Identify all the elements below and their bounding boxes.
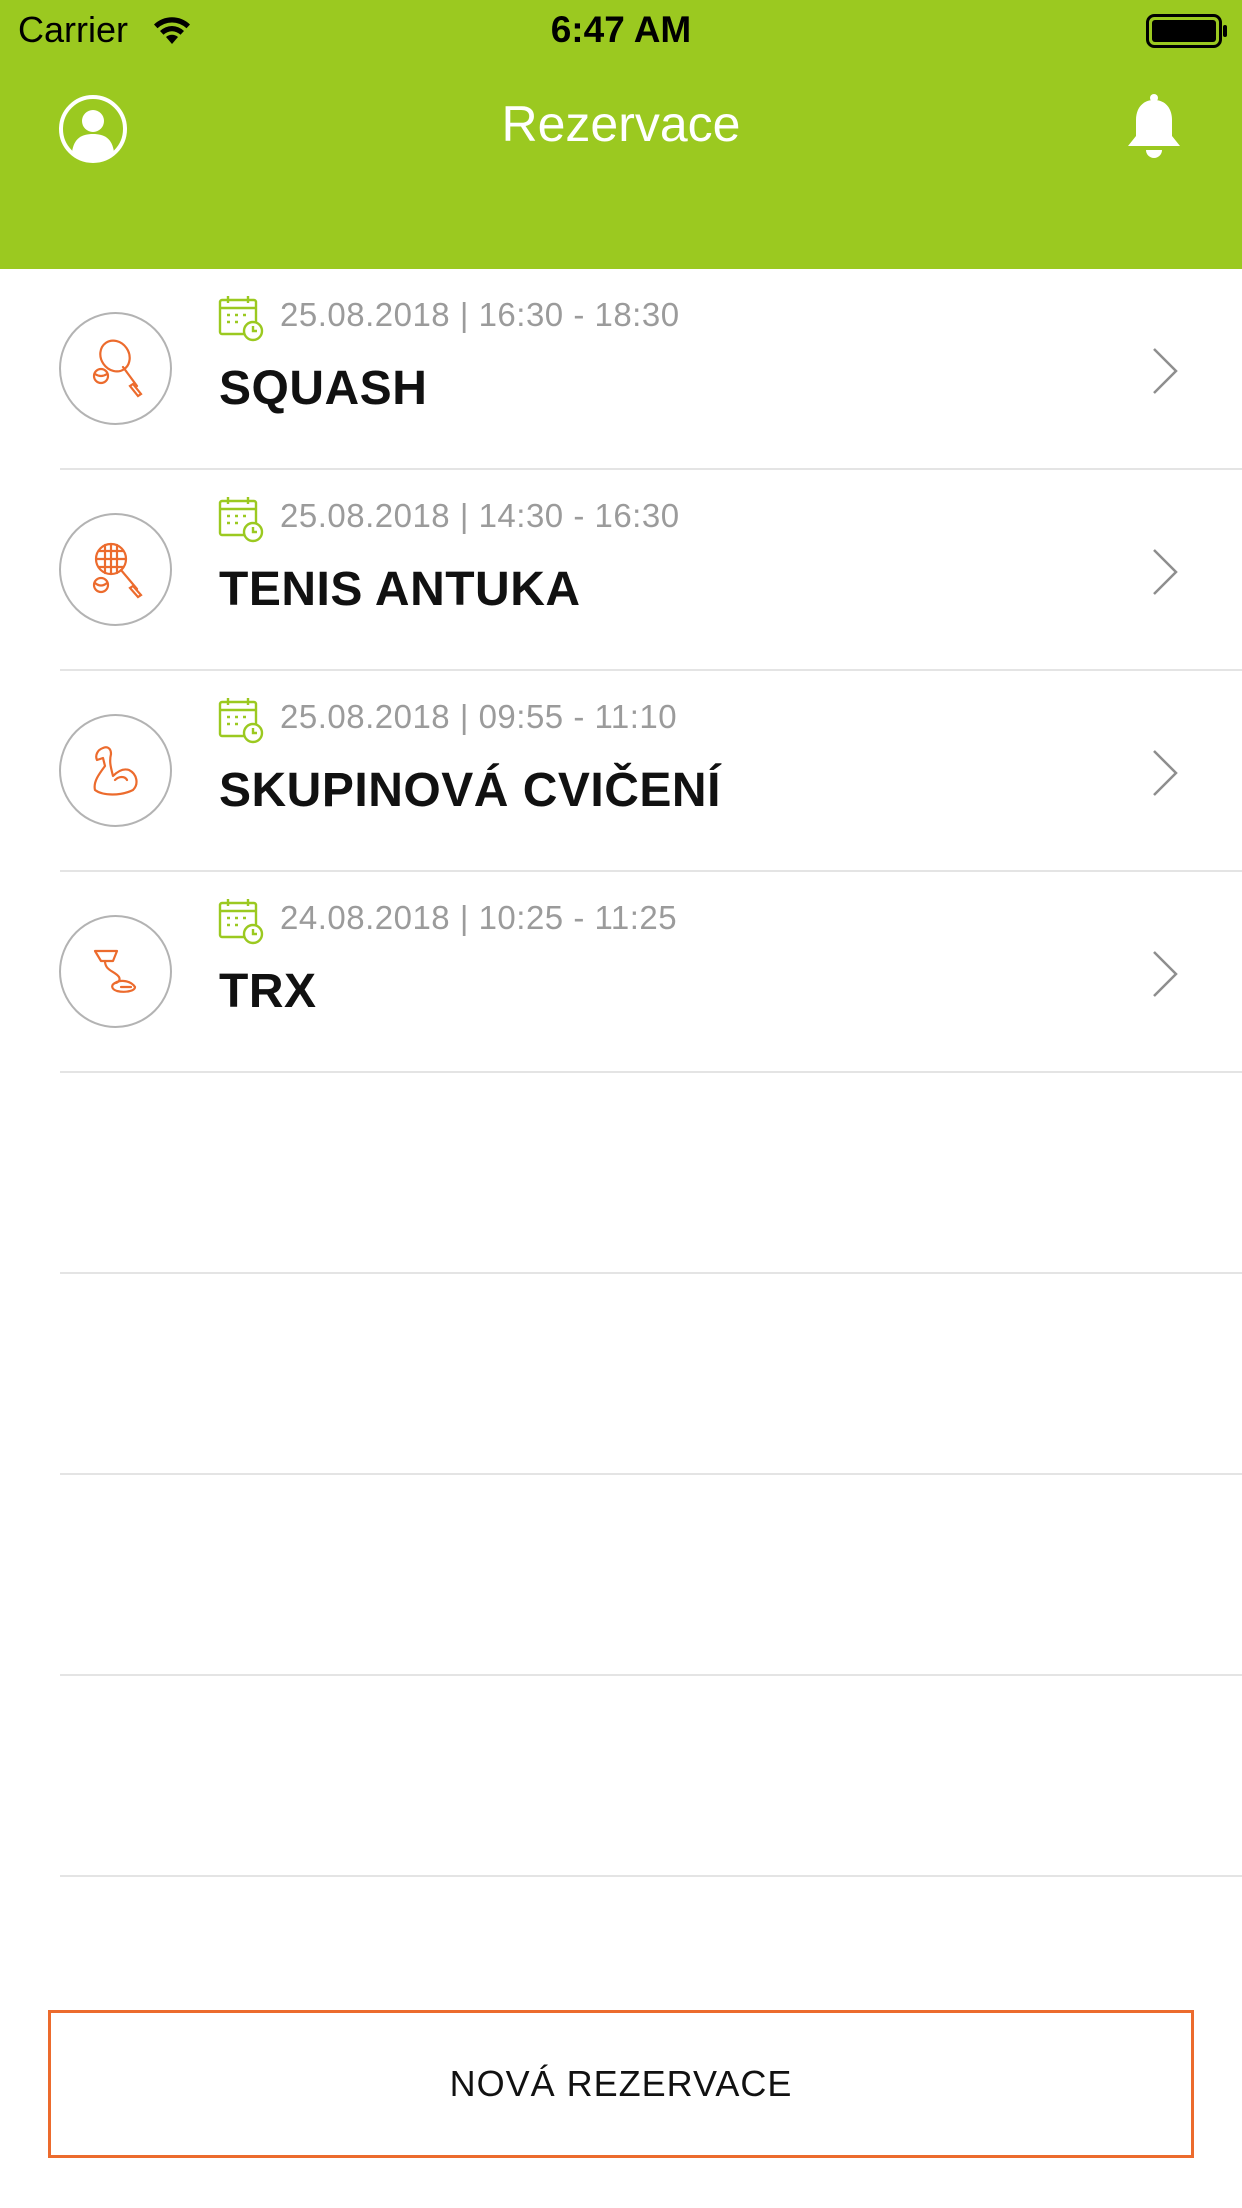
calendar-clock-icon — [218, 698, 264, 744]
activity-avatar — [59, 312, 172, 425]
bell-icon — [1128, 94, 1180, 158]
calendar-clock-icon — [218, 497, 264, 543]
reservation-title: TRX — [219, 965, 317, 1018]
chevron-right-icon — [1153, 549, 1178, 595]
activity-avatar — [59, 915, 172, 1028]
flexed-biceps-icon — [93, 745, 138, 796]
reservation-title: TENIS ANTUKA — [219, 563, 581, 616]
tennis-racket-icon — [92, 542, 143, 598]
activity-avatar — [59, 513, 172, 626]
reservation-date: 25.08.2018 | 16:30 - 18:30 — [280, 296, 680, 333]
reservation-date: 25.08.2018 | 14:30 - 16:30 — [280, 497, 680, 534]
reservation-date: 25.08.2018 | 09:55 - 11:10 — [280, 698, 678, 735]
empty-row — [0, 1073, 1242, 1274]
reservation-row-squash[interactable]: 25.08.2018 | 16:30 - 18:30 SQUASH — [0, 269, 1242, 470]
chevron-right-icon — [1153, 951, 1178, 997]
reservations-screen: Carrier 6:47 AM Rezervace 25.08.2018 | 1… — [0, 0, 1242, 2208]
page-title: Rezervace — [501, 96, 741, 152]
navigation-bar: Rezervace — [0, 60, 1242, 190]
reservation-row-skupinova-cviceni[interactable]: 25.08.2018 | 09:55 - 11:10 SKUPINOVÁ CVI… — [0, 671, 1242, 872]
empty-row — [0, 1274, 1242, 1475]
chevron-right-icon — [1153, 750, 1178, 796]
calendar-clock-icon — [218, 296, 264, 342]
empty-row — [0, 1676, 1242, 1877]
squash-racket-icon — [92, 339, 143, 397]
row-divider — [60, 1875, 1242, 1877]
reservation-list: 25.08.2018 | 16:30 - 18:30 SQUASH 25.08.… — [0, 269, 1242, 1877]
trx-strap-icon — [93, 949, 136, 993]
new-reservation-button[interactable]: NOVÁ REZERVACE — [48, 2010, 1194, 2158]
reservation-row-tenis-antuka[interactable]: 25.08.2018 | 14:30 - 16:30 TENIS ANTUKA — [0, 470, 1242, 671]
calendar-clock-icon — [218, 899, 264, 945]
activity-avatar — [59, 714, 172, 827]
status-bar: Carrier 6:47 AM — [0, 0, 1242, 60]
empty-row — [0, 1475, 1242, 1676]
reservation-title: SQUASH — [219, 362, 428, 415]
app-header: Carrier 6:47 AM Rezervace — [0, 0, 1242, 269]
chevron-right-icon — [1153, 348, 1178, 394]
battery-full-icon — [1146, 14, 1227, 48]
reservation-title: SKUPINOVÁ CVIČENÍ — [219, 764, 721, 817]
notifications-button[interactable] — [1124, 92, 1184, 162]
clock-time: 6:47 AM — [550, 9, 692, 50]
reservation-row-trx[interactable]: 24.08.2018 | 10:25 - 11:25 TRX — [0, 872, 1242, 1073]
reservation-date: 24.08.2018 | 10:25 - 11:25 — [280, 899, 678, 936]
